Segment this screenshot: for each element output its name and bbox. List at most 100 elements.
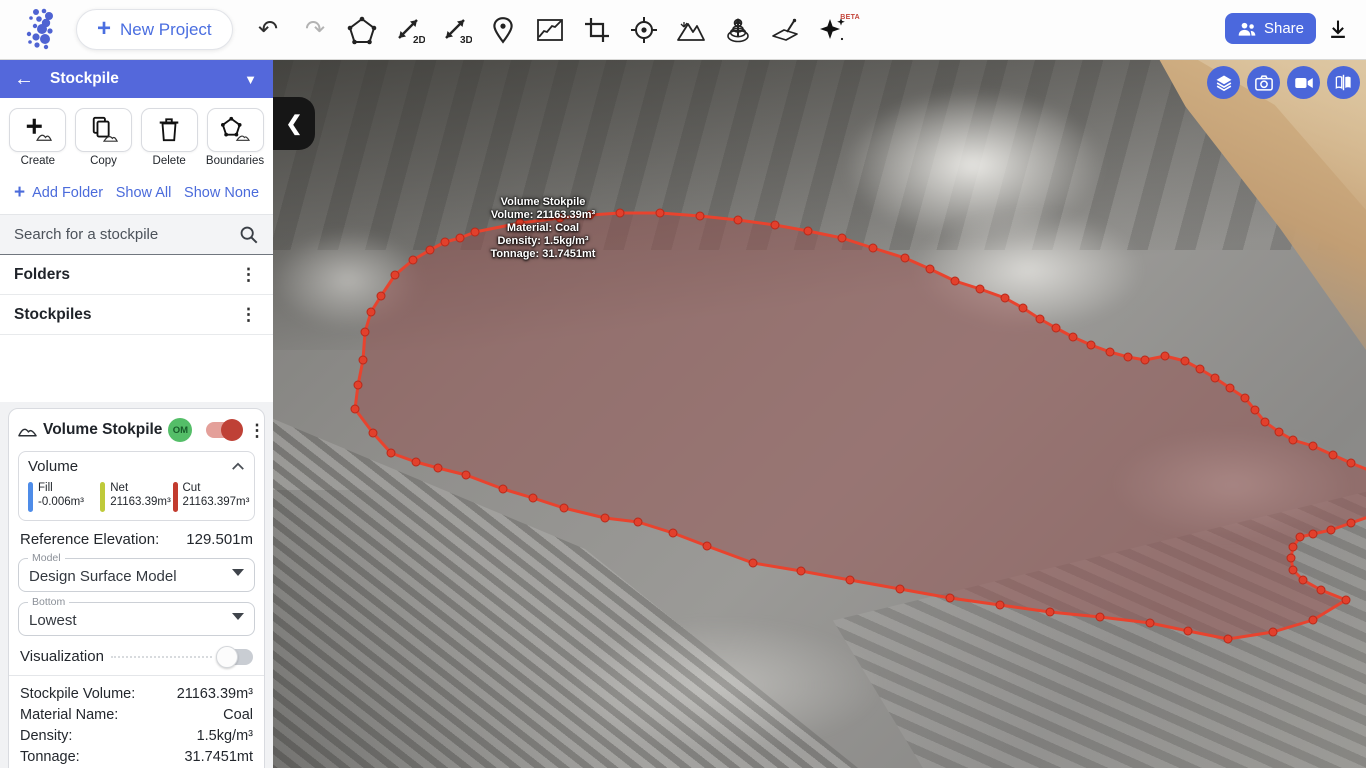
terrain-icon <box>675 16 707 44</box>
stockpiles-label: Stockpiles <box>14 306 92 324</box>
map-controls <box>1207 66 1360 99</box>
annotate-tool-icon <box>769 15 801 45</box>
show-none-link[interactable]: Show None <box>184 185 259 201</box>
undo-icon: ↶ <box>258 18 278 42</box>
delete-icon <box>156 116 182 144</box>
crop-icon <box>583 16 611 44</box>
ai-assist-button[interactable]: BETA <box>816 11 848 49</box>
measure-3d-icon: 3D <box>440 14 472 46</box>
stat-row: Material Name: Coal <box>20 704 253 725</box>
stat-row: Density: 1.5kg/m³ <box>20 725 253 746</box>
compare-view-button[interactable] <box>1327 66 1360 99</box>
share-button[interactable]: Share <box>1225 13 1316 44</box>
polygon-tool-button[interactable] <box>346 11 378 49</box>
create-stockpile-button[interactable]: Create <box>9 108 67 167</box>
bottom-select[interactable]: Bottom Lowest <box>18 602 255 636</box>
visualization-toggle[interactable] <box>219 649 253 665</box>
folder-links-row: + Add Folder Show All Show None <box>0 173 273 215</box>
stockpile-list: Volume Stokpile OM ⋮ Volume <box>0 402 273 768</box>
screenshot-button[interactable] <box>1247 66 1280 99</box>
new-project-label: New Project <box>120 20 212 40</box>
stockpile-card-menu-button[interactable]: ⋮ <box>246 422 265 439</box>
search-icon[interactable] <box>239 225 259 245</box>
stat-row: Tonnage: 31.7451mt <box>20 746 253 767</box>
stockpile-rings-button[interactable] <box>722 11 754 49</box>
model-select[interactable]: Model Design Surface Model <box>18 558 255 592</box>
sidebar-collapse-button[interactable]: ❮ <box>273 97 315 150</box>
video-camera-icon <box>1294 75 1314 91</box>
redo-button[interactable]: ↷ <box>299 11 331 49</box>
elevation-profile-button[interactable] <box>534 11 566 49</box>
elevation-profile-icon <box>535 16 565 44</box>
om-badge: OM <box>168 418 192 442</box>
map-viewport[interactable]: Volume Stokpile Volume: 21163.39m³ Mater… <box>273 60 1366 768</box>
download-button[interactable] <box>1324 15 1352 45</box>
crop-button[interactable] <box>581 11 613 49</box>
download-icon <box>1326 17 1350 43</box>
search-input[interactable] <box>14 226 239 243</box>
copy-stockpile-button[interactable]: Copy <box>75 108 133 167</box>
folders-section-header: Folders ⋮ <box>0 255 273 295</box>
compare-view-icon <box>1334 73 1353 92</box>
net-volume-item: Net 21163.39m³ <box>100 481 172 512</box>
search-bar <box>0 215 273 255</box>
location-pin-button[interactable] <box>487 11 519 49</box>
cut-volume-item: Cut 21163.397m³ <box>173 481 245 512</box>
sidebar-title: Stockpile <box>50 70 119 88</box>
stockpile-name: Volume Stokpile <box>43 421 162 439</box>
sidebar-dropdown-caret-icon[interactable]: ▼ <box>244 72 257 87</box>
svg-text:2D: 2D <box>413 35 425 46</box>
stockpile-rings-icon <box>723 15 753 45</box>
chevron-up-icon[interactable] <box>231 462 245 471</box>
chevron-left-icon: ❮ <box>286 111 303 136</box>
delete-stockpile-button[interactable]: Delete <box>140 108 198 167</box>
measure-2d-button[interactable]: 2D <box>393 11 425 49</box>
folders-menu-button[interactable]: ⋮ <box>236 264 261 285</box>
new-project-button[interactable]: + New Project <box>76 9 233 50</box>
stockpile-card: Volume Stokpile OM ⋮ Volume <box>8 408 265 768</box>
stockpiles-menu-button[interactable]: ⋮ <box>236 304 261 325</box>
stockpile-polygon[interactable] <box>355 213 1366 639</box>
visualization-row: Visualization <box>20 648 253 665</box>
layers-icon <box>1214 73 1234 93</box>
gps-target-button[interactable] <box>628 11 660 49</box>
mound-icon <box>18 424 37 437</box>
undo-button[interactable]: ↶ <box>252 11 284 49</box>
redo-icon: ↷ <box>305 18 325 42</box>
bottom-select-label: Bottom <box>28 596 69 608</box>
volume-panel-title: Volume <box>28 458 78 475</box>
boundaries-button[interactable]: Boundaries <box>206 108 264 167</box>
show-all-link[interactable]: Show All <box>116 185 172 201</box>
add-folder-plus-icon[interactable]: + <box>14 183 25 202</box>
annotate-tool-button[interactable] <box>769 11 801 49</box>
folders-label: Folders <box>14 266 70 284</box>
location-pin-icon <box>490 16 516 44</box>
svg-text:3D: 3D <box>460 35 472 46</box>
model-select-value: Design Surface Model <box>29 568 177 585</box>
stat-row: Stockpile Volume: 21163.39m³ <box>20 683 253 704</box>
add-folder-link[interactable]: Add Folder <box>32 185 103 201</box>
share-label: Share <box>1264 20 1304 37</box>
cut-color-bar <box>173 482 178 512</box>
stockpile-stats: Stockpile Volume: 21163.39m³ Material Na… <box>18 676 255 768</box>
top-toolbar: + New Project ↶ ↷ 2D <box>0 0 1366 60</box>
camera-icon <box>1254 74 1274 92</box>
record-video-button[interactable] <box>1287 66 1320 99</box>
plus-icon: + <box>97 17 111 41</box>
back-arrow-icon[interactable]: ← <box>14 69 34 89</box>
boundaries-icon <box>219 116 251 144</box>
bottom-select-value: Lowest <box>29 612 77 629</box>
share-people-icon <box>1237 21 1257 37</box>
terrain-button[interactable] <box>675 11 707 49</box>
measure-3d-button[interactable]: 3D <box>440 11 472 49</box>
stockpile-actions: Create Copy <box>0 98 273 173</box>
copy-icon <box>89 116 119 144</box>
model-select-label: Model <box>28 552 65 564</box>
net-color-bar <box>100 482 105 512</box>
stockpiles-section-header: Stockpiles ⋮ <box>0 295 273 335</box>
stockpile-visibility-toggle[interactable] <box>206 422 240 438</box>
stockpile-map-tooltip: Volume Stokpile Volume: 21163.39m³ Mater… <box>453 196 633 261</box>
stockpile-polygon-layer <box>273 60 1366 768</box>
volume-panel: Volume Fill -0.006m³ <box>18 451 255 521</box>
layers-button[interactable] <box>1207 66 1240 99</box>
